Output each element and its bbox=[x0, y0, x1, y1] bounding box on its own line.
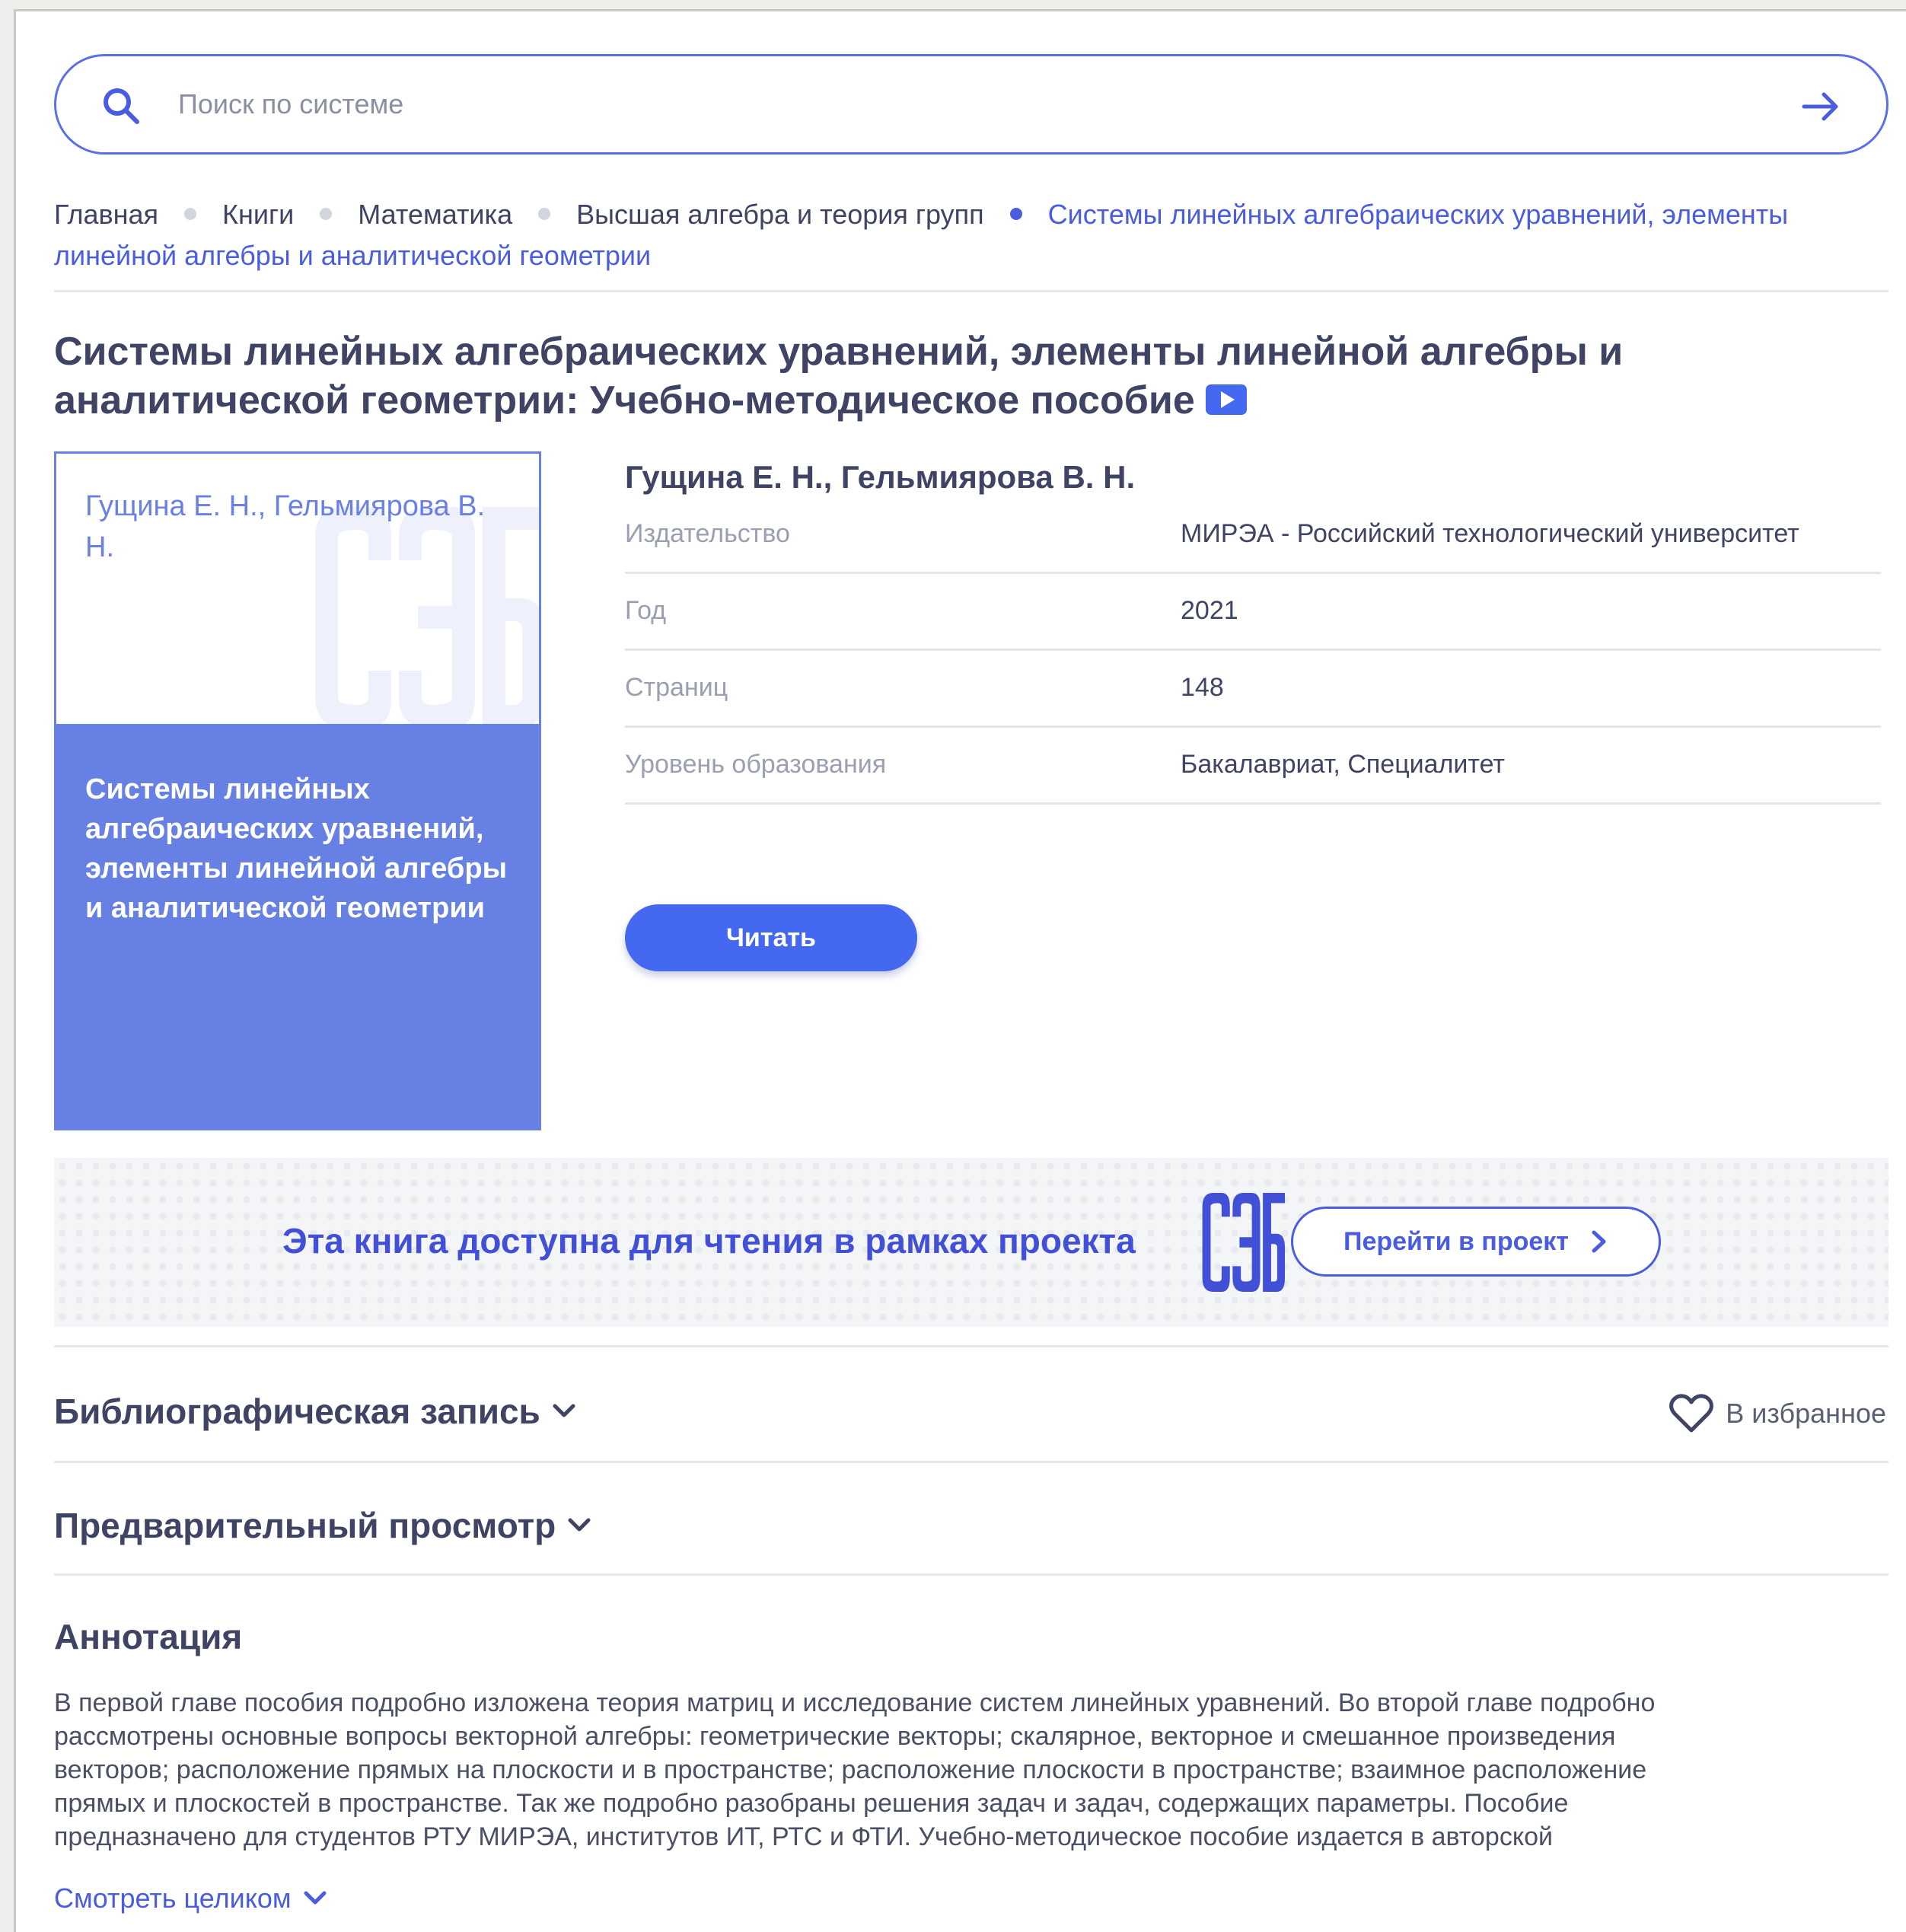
book-title: Системы линейных алгебраических уравнени… bbox=[54, 330, 1624, 422]
bibliography-title: Библиографическая запись bbox=[54, 1392, 540, 1431]
preview-toggle[interactable]: Предварительный просмотр bbox=[54, 1505, 592, 1546]
annotation-line: прямых и плоскостей в пространстве. Так … bbox=[54, 1789, 1569, 1818]
detail-row-year: Год 2021 bbox=[625, 574, 1881, 651]
favorite-button[interactable]: В избранное bbox=[1669, 1394, 1886, 1433]
preview-title: Предварительный просмотр bbox=[54, 1506, 556, 1545]
search-icon[interactable] bbox=[100, 85, 143, 128]
seb-banner: Эта книга доступна для чтения в рамках п… bbox=[54, 1158, 1888, 1327]
detail-row-pages: Страниц 148 bbox=[625, 651, 1881, 728]
breadcrumb-separator bbox=[184, 208, 197, 221]
annotation-heading: Аннотация bbox=[54, 1616, 242, 1657]
cover-title-panel: Системы линейных алгебраических уравнени… bbox=[56, 724, 539, 1128]
chevron-down-icon bbox=[304, 1891, 327, 1905]
book-authors[interactable]: Гущина Е. Н., Гельмиярова В. Н. bbox=[625, 459, 1881, 496]
detail-key: Уровень образования bbox=[625, 750, 887, 779]
breadcrumb-item-books[interactable]: Книги bbox=[222, 199, 294, 230]
search-bar bbox=[54, 54, 1888, 155]
annotation-title: Аннотация bbox=[54, 1617, 243, 1656]
breadcrumb-separator-active bbox=[1009, 208, 1022, 221]
banner-text: Эта книга доступна для чтения в рамках п… bbox=[282, 1221, 1136, 1261]
chevron-right-icon bbox=[1592, 1230, 1606, 1253]
detail-row-publisher: Издательство МИРЭА - Российский технолог… bbox=[625, 509, 1881, 574]
page: Главная Книги Математика Высшая алгебра и т… bbox=[14, 9, 1906, 1932]
divider bbox=[54, 290, 1888, 292]
page-title: Системы линейных алгебраических уравнени… bbox=[54, 327, 1896, 425]
breadcrumb-separator bbox=[320, 208, 333, 221]
go-to-project-button[interactable]: Перейти в проект bbox=[1291, 1207, 1661, 1277]
detail-value: Бакалавриат, Специалитет bbox=[1181, 750, 1505, 779]
favorite-label: В избранное bbox=[1726, 1398, 1886, 1429]
show-more-label: Смотреть целиком bbox=[54, 1883, 292, 1914]
heart-icon bbox=[1669, 1394, 1714, 1433]
annotation-line: рассмотрены основные вопросы векторной а… bbox=[54, 1722, 1616, 1751]
search-input[interactable] bbox=[178, 79, 1700, 129]
divider bbox=[54, 1573, 1888, 1576]
breadcrumb-separator bbox=[538, 208, 551, 221]
breadcrumb-item-math[interactable]: Математика bbox=[358, 199, 512, 230]
annotation-line: векторов; расположение прямых на плоскос… bbox=[54, 1755, 1647, 1784]
detail-key: Страниц bbox=[625, 673, 728, 702]
details-table: Издательство МИРЭА - Российский технолог… bbox=[625, 509, 1881, 805]
video-icon[interactable] bbox=[1205, 384, 1247, 416]
breadcrumb-item-home[interactable]: Главная bbox=[54, 199, 158, 230]
seb-logo bbox=[1202, 1193, 1285, 1292]
book-cover[interactable]: Гущина Е. Н., Гельмиярова В. Н. Системы … bbox=[54, 451, 541, 1130]
detail-key: Издательство bbox=[625, 519, 790, 548]
chevron-down-icon bbox=[553, 1404, 575, 1417]
arrow-right-icon[interactable] bbox=[1799, 85, 1842, 128]
breadcrumb: Главная Книги Математика Высшая алгебра и т… bbox=[54, 194, 1881, 276]
divider bbox=[54, 1461, 1888, 1463]
read-button[interactable]: Читать bbox=[625, 904, 917, 971]
detail-value: 148 bbox=[1181, 673, 1224, 702]
annotation-text: В первой главе пособия подробно изложена… bbox=[54, 1686, 1896, 1854]
bibliography-toggle[interactable]: Библиографическая запись bbox=[54, 1391, 577, 1432]
detail-key: Год bbox=[625, 596, 667, 625]
annotation-line: предназначено для студентов РТУ МИРЭА, и… bbox=[54, 1822, 1553, 1851]
show-more-link[interactable]: Смотреть целиком bbox=[54, 1883, 328, 1914]
go-to-project-label: Перейти в проект bbox=[1343, 1226, 1569, 1256]
detail-value[interactable]: МИРЭА - Российский технологический униве… bbox=[1181, 517, 1881, 550]
cover-title: Системы линейных алгебраических уравнени… bbox=[85, 773, 508, 924]
breadcrumb-item-algebra[interactable]: Высшая алгебра и теория групп bbox=[576, 199, 984, 230]
book-details: Гущина Е. Н., Гельмиярова В. Н. Издатель… bbox=[625, 451, 1881, 971]
annotation-line: В первой главе пособия подробно изложена… bbox=[54, 1688, 1656, 1717]
divider bbox=[54, 1345, 1888, 1347]
detail-row-level: Уровень образования Бакалавриат, Специал… bbox=[625, 728, 1881, 805]
cover-author: Гущина Е. Н., Гельмиярова В. Н. bbox=[85, 490, 486, 563]
chevron-down-icon bbox=[568, 1518, 591, 1532]
detail-value: 2021 bbox=[1181, 596, 1238, 625]
